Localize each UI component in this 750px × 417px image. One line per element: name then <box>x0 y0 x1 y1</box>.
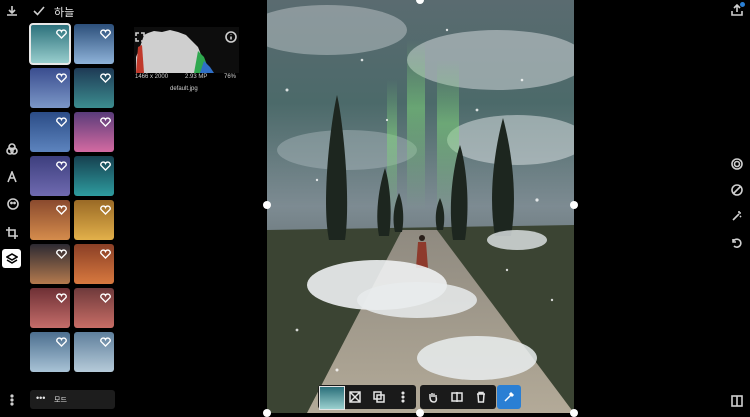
sky-thumbnail[interactable] <box>30 288 70 328</box>
favorite-icon[interactable] <box>100 246 111 259</box>
favorite-icon[interactable] <box>56 334 67 347</box>
favorite-icon[interactable] <box>56 70 67 83</box>
hand-icon[interactable] <box>421 385 445 409</box>
favorite-icon[interactable] <box>100 70 111 83</box>
delete-icon[interactable] <box>469 385 493 409</box>
file-name: default.jpg <box>170 86 198 92</box>
duplicate-icon[interactable] <box>367 385 391 409</box>
favorite-icon[interactable] <box>56 246 67 259</box>
sky-thumbnail[interactable] <box>30 156 70 196</box>
favorite-icon[interactable] <box>100 334 111 347</box>
hide-icon[interactable] <box>730 183 744 197</box>
color-icon[interactable] <box>5 142 19 156</box>
sky-thumbnail[interactable] <box>74 24 114 64</box>
category-title: 하늘 <box>54 7 75 19</box>
layers-icon <box>4 251 19 266</box>
expand-icon[interactable] <box>133 30 147 44</box>
sky-thumbnail[interactable] <box>74 112 114 152</box>
sky-thumbnail[interactable] <box>74 68 114 108</box>
sky-thumbnail[interactable] <box>74 200 114 240</box>
check-icon[interactable] <box>32 4 46 18</box>
spiral-icon[interactable] <box>730 157 744 171</box>
sky-thumbnail[interactable] <box>74 156 114 196</box>
sky-thumbnail[interactable] <box>30 68 70 108</box>
favorite-icon[interactable] <box>56 290 67 303</box>
favorite-icon[interactable] <box>100 114 111 127</box>
resize-handle-left[interactable] <box>263 201 271 209</box>
image-megapixels: 2.93 MP <box>185 74 208 80</box>
undo-icon[interactable] <box>730 236 744 250</box>
favorite-icon[interactable] <box>56 26 67 39</box>
sky-thumbnail[interactable] <box>30 112 70 152</box>
resize-handle-bottom-right[interactable] <box>570 409 578 417</box>
sky-thumbnail[interactable] <box>74 288 114 328</box>
layer-thumbnail[interactable] <box>319 386 345 410</box>
text-icon[interactable] <box>5 170 19 184</box>
dots-icon[interactable] <box>391 385 415 409</box>
mode-label: 모드 <box>54 397 67 404</box>
sky-thumbnail[interactable] <box>30 244 70 284</box>
resize-handle-bottom-left[interactable] <box>263 409 271 417</box>
favorite-icon[interactable] <box>56 158 67 171</box>
sky-thumbnail[interactable] <box>74 244 114 284</box>
zoom-level: 76% <box>224 74 237 80</box>
image-dimensions: 1466 x 2000 <box>135 74 169 80</box>
magic-icon[interactable] <box>730 209 744 223</box>
favorite-icon[interactable] <box>56 114 67 127</box>
sky-thumbnail[interactable] <box>30 332 70 372</box>
more-icon[interactable] <box>5 393 19 407</box>
edited-photo[interactable] <box>267 0 574 413</box>
notification-dot <box>740 2 745 7</box>
resize-handle-right[interactable] <box>570 201 578 209</box>
compare-icon[interactable] <box>445 385 469 409</box>
resize-handle-bottom[interactable] <box>416 409 424 417</box>
sky-thumbnail[interactable] <box>30 200 70 240</box>
split-view-icon[interactable] <box>730 394 744 408</box>
face-icon[interactable] <box>5 196 21 212</box>
eyedropper-icon[interactable] <box>497 385 521 409</box>
sky-thumbnail[interactable] <box>29 23 71 65</box>
favorite-icon[interactable] <box>56 202 67 215</box>
favorite-icon[interactable] <box>100 202 111 215</box>
crop-icon[interactable] <box>5 226 19 240</box>
info-icon[interactable] <box>224 30 238 44</box>
sky-thumbnail[interactable] <box>74 332 114 372</box>
mode-dots-icon: ••• <box>36 393 46 403</box>
favorite-icon[interactable] <box>100 26 111 39</box>
download-icon[interactable] <box>5 4 19 18</box>
favorite-icon[interactable] <box>100 158 111 171</box>
favorite-icon[interactable] <box>100 290 111 303</box>
mask-icon[interactable] <box>343 385 367 409</box>
